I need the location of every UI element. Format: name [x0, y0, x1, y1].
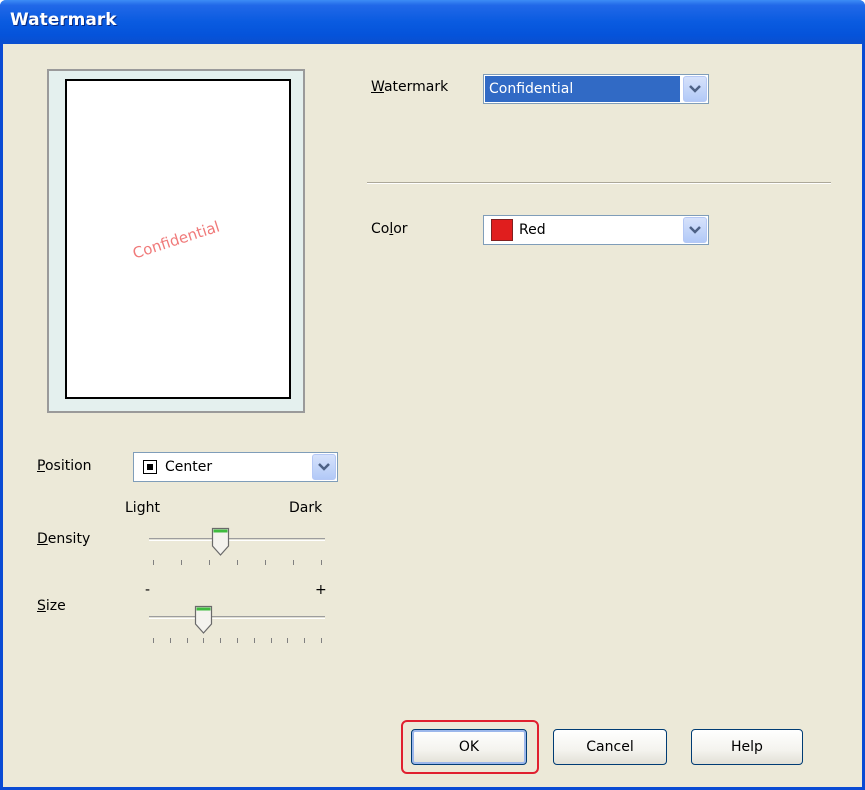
cancel-button[interactable]: Cancel: [553, 729, 667, 765]
cancel-button-label: Cancel: [586, 739, 634, 755]
preview-page: Confidential: [65, 79, 291, 399]
chevron-down-icon[interactable]: [683, 217, 707, 243]
slider-tick: [321, 560, 322, 565]
title-bar[interactable]: Watermark: [0, 0, 865, 44]
slider-tick: [169, 638, 171, 643]
dialog-title: Watermark: [10, 10, 117, 30]
ok-button-label: OK: [458, 739, 480, 755]
slider-tick: [237, 560, 238, 565]
color-select[interactable]: Red: [483, 215, 709, 245]
size-slider-track[interactable]: [149, 616, 325, 619]
dialog-body: Confidential Watermark Confidential Colo…: [3, 44, 862, 787]
slider-tick: [203, 638, 205, 643]
density-label: Density: [37, 531, 91, 547]
density-max-label: Dark: [289, 500, 323, 516]
center-position-icon: [143, 460, 157, 474]
help-button[interactable]: Help: [691, 729, 803, 765]
position-select[interactable]: Center: [133, 452, 338, 482]
color-swatch: [491, 219, 513, 241]
size-min-label: -: [145, 582, 151, 598]
slider-tick: [220, 638, 222, 643]
color-select-value: Red: [485, 217, 680, 243]
watermark-label-text: atermark: [383, 79, 449, 95]
slider-tick: [293, 560, 294, 565]
position-label: Position: [37, 458, 92, 474]
slider-tick: [153, 638, 154, 643]
chevron-down-icon[interactable]: [312, 454, 336, 480]
position-select-value: Center: [135, 454, 309, 480]
watermark-label: Watermark: [371, 79, 449, 95]
slider-tick: [287, 638, 289, 643]
slider-tick: [181, 560, 182, 565]
slider-tick: [186, 638, 188, 643]
color-label: Color: [371, 221, 408, 237]
slider-tick: [321, 638, 322, 643]
density-min-label: Light: [125, 500, 160, 516]
chevron-down-icon[interactable]: [683, 76, 707, 102]
size-slider-thumb[interactable]: [194, 605, 213, 635]
preview-watermark-text: Confidential: [130, 217, 222, 263]
ok-button[interactable]: OK: [411, 729, 527, 765]
slider-tick: [304, 638, 306, 643]
slider-tick: [153, 560, 154, 565]
slider-tick: [237, 638, 238, 643]
slider-tick: [270, 638, 272, 643]
size-max-label: +: [315, 582, 327, 598]
slider-tick: [209, 560, 210, 565]
slider-tick: [265, 560, 266, 565]
watermark-dialog: Watermark Confidential Watermark Confide…: [0, 0, 865, 790]
watermark-select[interactable]: Confidential: [483, 74, 709, 104]
separator: [367, 182, 831, 184]
position-value-text: Center: [165, 459, 213, 475]
density-slider-track[interactable]: [149, 538, 325, 541]
preview-pane: Confidential: [47, 69, 305, 413]
help-button-label: Help: [731, 739, 763, 755]
watermark-select-value: Confidential: [485, 76, 680, 102]
density-slider-thumb[interactable]: [211, 527, 230, 557]
size-label: Size: [37, 598, 66, 614]
color-value-text: Red: [519, 222, 546, 238]
slider-tick: [253, 638, 255, 643]
